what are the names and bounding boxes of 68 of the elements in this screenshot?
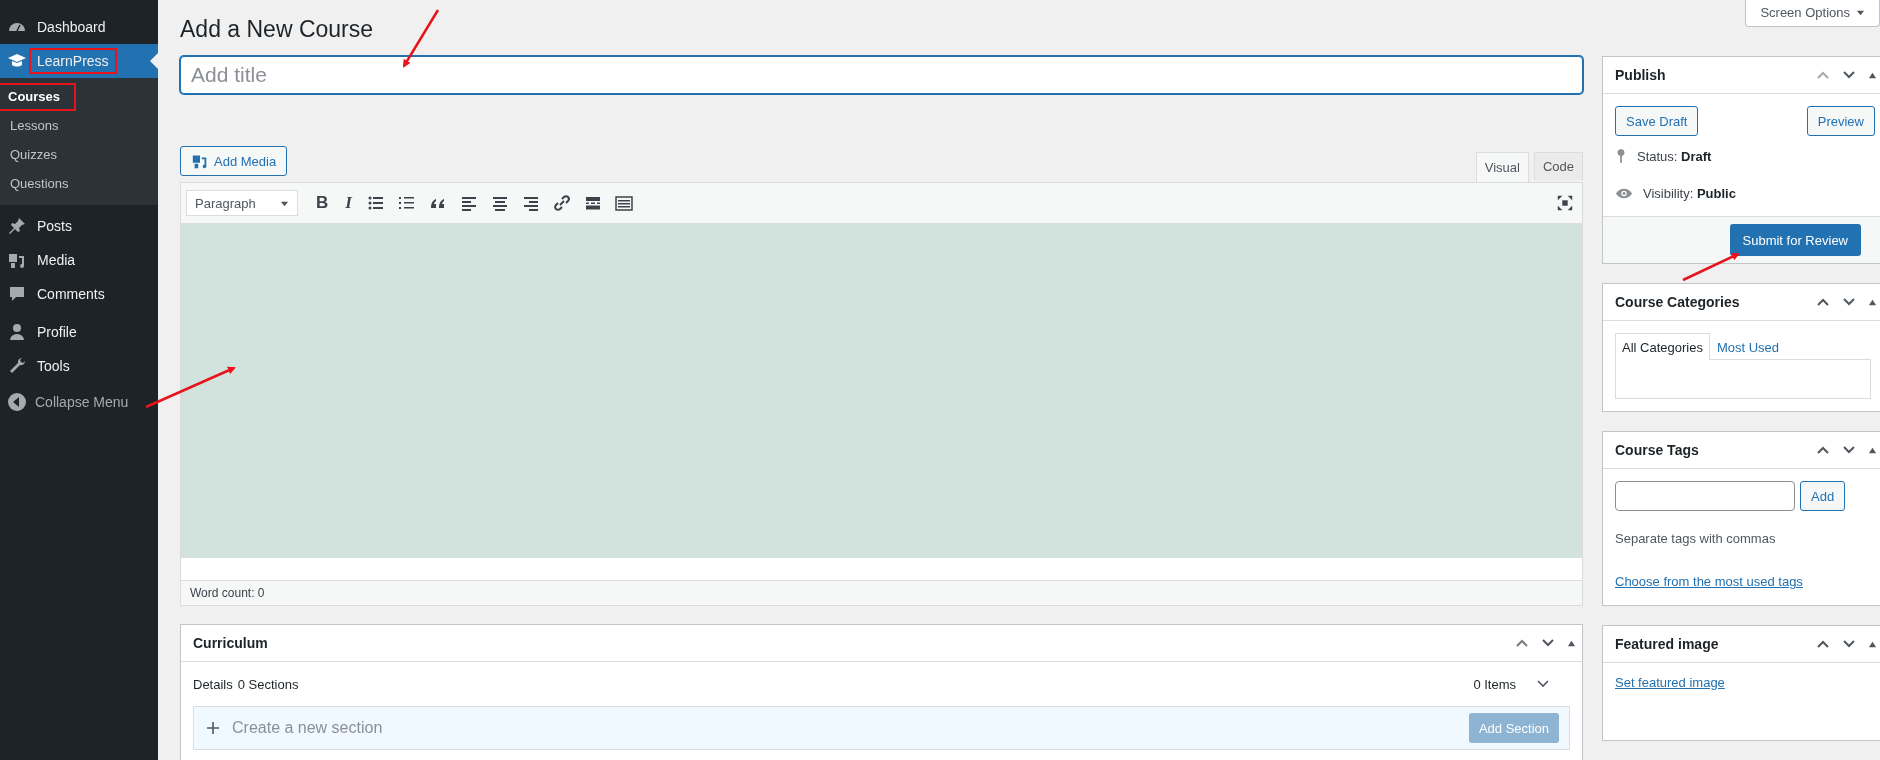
menu-label: Dashboard xyxy=(36,18,107,37)
menu-item[interactable]: Profile xyxy=(0,315,158,349)
submenu-item[interactable]: Questions xyxy=(0,170,79,198)
word-count: Word count: 0 xyxy=(190,586,265,600)
status-text: Status: Draft xyxy=(1637,148,1712,164)
box-title: Featured image xyxy=(1615,636,1719,652)
eye-icon xyxy=(1615,186,1633,200)
menu-item[interactable]: Posts xyxy=(0,209,158,243)
sections-count: 0 Sections xyxy=(237,676,299,692)
tag-field[interactable] xyxy=(1615,481,1795,511)
submenu-item[interactable]: Quizzes xyxy=(0,141,67,169)
bold-button[interactable]: B xyxy=(313,193,332,213)
fullscreen-icon[interactable] xyxy=(1556,194,1574,212)
submenu-item[interactable]: Courses xyxy=(0,83,77,111)
current-indicator-icon xyxy=(150,53,158,69)
menu-item[interactable]: LearnPress xyxy=(0,44,158,78)
menu-label: Tools xyxy=(36,357,71,376)
annotation-arrow xyxy=(1682,252,1740,282)
tags-hint: Separate tags with commas xyxy=(1615,531,1777,546)
category-tab[interactable]: Most Used xyxy=(1709,333,1787,360)
menu-label: LearnPress xyxy=(29,48,117,74)
visibility-text: Visibility: Public xyxy=(1643,185,1736,201)
toggle-icon[interactable] xyxy=(1567,638,1576,648)
submenu-item[interactable]: Lessons xyxy=(0,112,69,140)
format-dropdown[interactable]: Paragraph xyxy=(186,190,298,216)
details-label: Details xyxy=(193,676,233,692)
menu-label: Posts xyxy=(36,217,73,236)
save-draft-button[interactable]: Save Draft xyxy=(1615,106,1699,136)
set-featured-image-link[interactable]: Set featured image xyxy=(1615,675,1725,690)
box-title: Curriculum xyxy=(193,635,268,651)
speech-bubble-icon xyxy=(7,284,27,304)
items-count: 0 Items xyxy=(1473,676,1516,692)
box-title: Course Tags xyxy=(1615,442,1699,458)
toggle-icon[interactable] xyxy=(1868,639,1877,649)
annotation-arrow xyxy=(402,9,440,68)
editor-tab[interactable]: Code xyxy=(1533,152,1583,180)
submit-for-review-button[interactable]: Submit for Review xyxy=(1729,224,1861,256)
italic-button[interactable]: I xyxy=(342,193,355,213)
collapse-menu-button[interactable]: Collapse Menu xyxy=(0,385,158,419)
person-icon xyxy=(7,322,27,342)
caret-icon xyxy=(1856,8,1865,17)
category-tab[interactable]: All Categories xyxy=(1615,333,1710,360)
menu-item[interactable]: Media xyxy=(0,243,158,277)
menu-item[interactable]: Comments xyxy=(0,277,158,311)
menu-label: Profile xyxy=(36,323,78,342)
toggle-icon[interactable] xyxy=(1868,70,1877,80)
menu-label: Media xyxy=(36,251,77,270)
box-title: Course Categories xyxy=(1615,294,1740,310)
add-media-button[interactable]: Add Media xyxy=(180,146,288,176)
toolbar-toggle-icon[interactable] xyxy=(613,193,634,213)
pushpin-icon xyxy=(7,216,27,236)
menu-item[interactable]: Dashboard xyxy=(0,10,158,44)
most-used-tags-link[interactable]: Choose from the most used tags xyxy=(1615,574,1803,589)
toggle-icon[interactable] xyxy=(1868,297,1877,307)
plus-icon xyxy=(206,721,220,735)
screen-options-tab[interactable]: Screen Options xyxy=(1745,0,1880,27)
box-title: Publish xyxy=(1615,67,1666,83)
toggle-icon[interactable] xyxy=(1868,445,1877,455)
title-field[interactable]: Add title xyxy=(180,56,1583,94)
add-tag-button[interactable]: Add xyxy=(1800,481,1846,511)
editor-tab[interactable]: Visual xyxy=(1475,152,1529,182)
menu-label: Comments xyxy=(36,285,106,304)
collapse-icon xyxy=(7,392,27,412)
link-icon[interactable] xyxy=(551,193,572,213)
menu-item[interactable]: Tools xyxy=(0,349,158,383)
pin-icon xyxy=(1615,148,1627,164)
preview-button[interactable]: Preview xyxy=(1806,106,1875,136)
page-title: Add a New Course xyxy=(180,16,374,43)
